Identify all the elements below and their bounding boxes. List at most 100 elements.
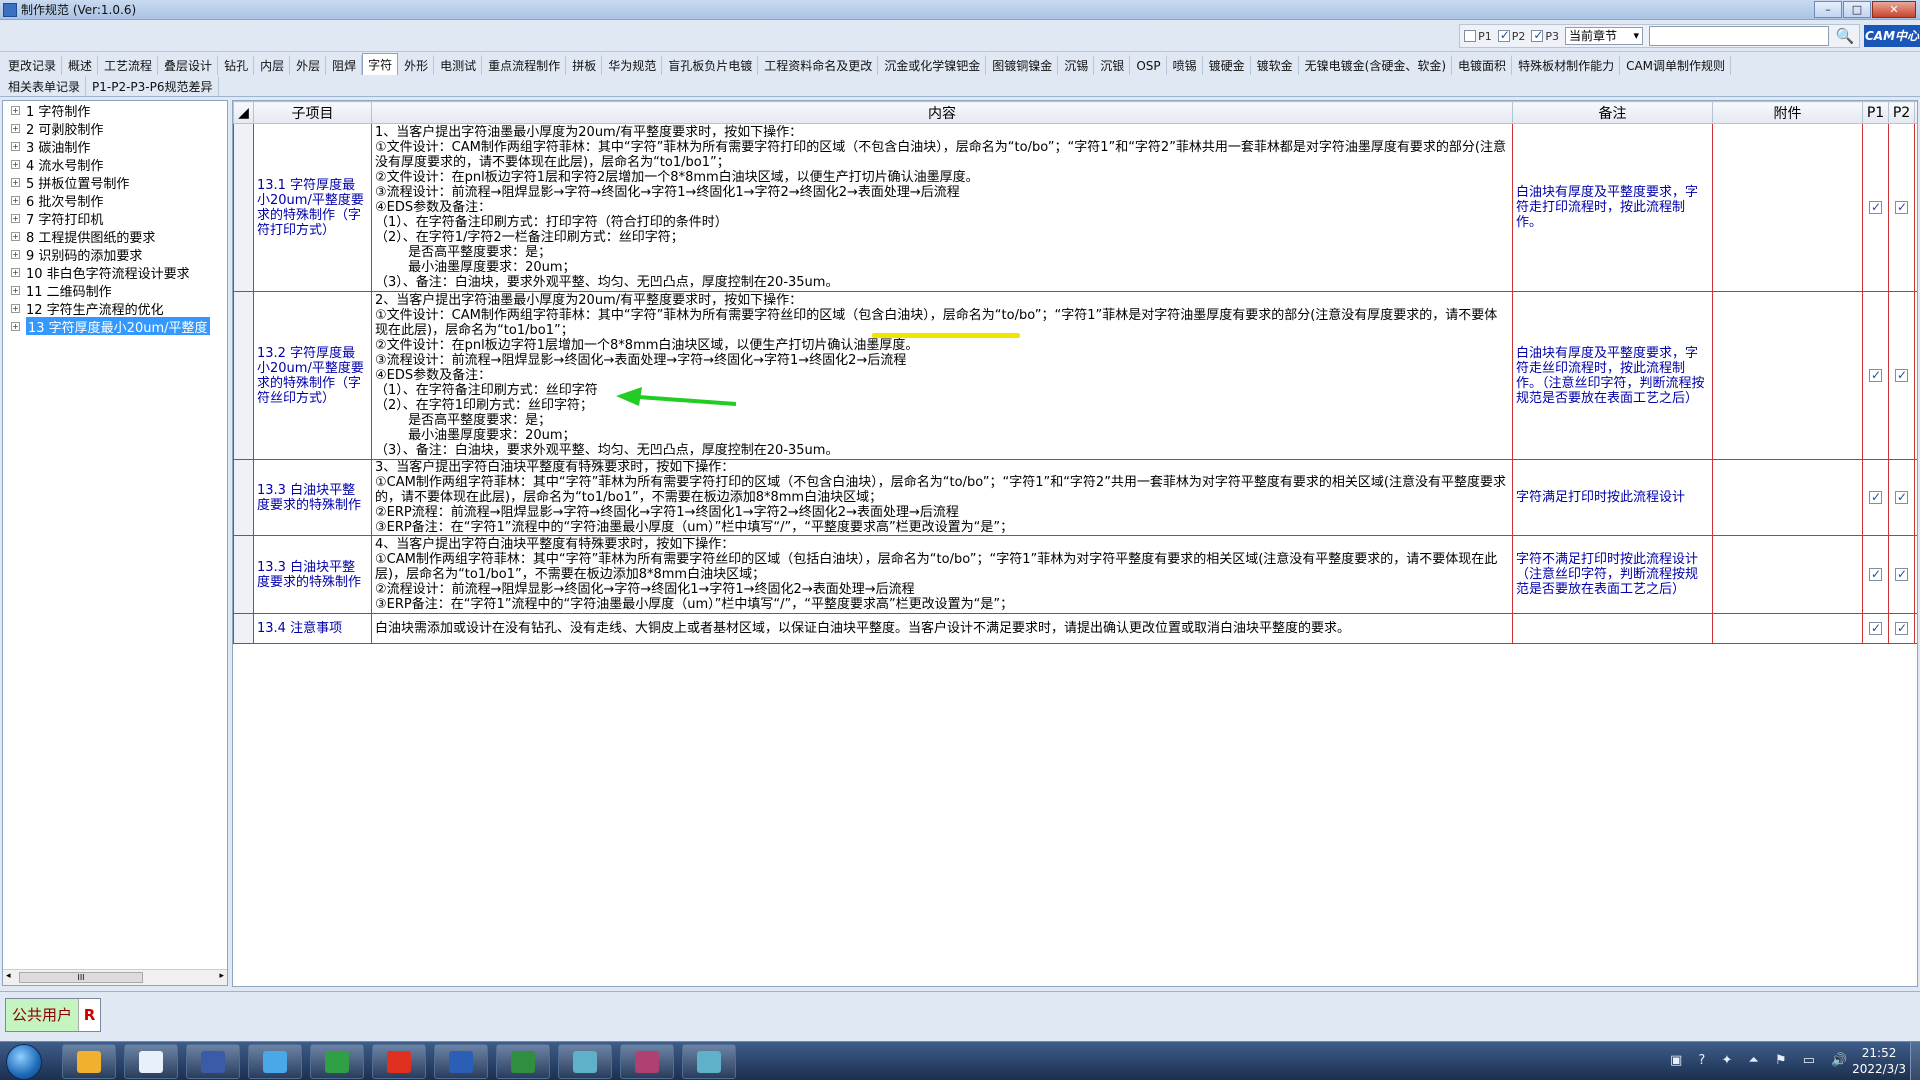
tree-item-8[interactable]: +8 工程提供图纸的要求: [3, 227, 227, 245]
tree-item-11[interactable]: +11 二维码制作: [3, 281, 227, 299]
tab-8[interactable]: 字符: [362, 53, 399, 75]
taskbar-app-10[interactable]: [682, 1044, 736, 1079]
tab-0[interactable]: 更改记录: [2, 55, 63, 75]
tab-18[interactable]: 沉锡: [1058, 55, 1095, 75]
taskbar-app-5[interactable]: [372, 1044, 426, 1079]
tab-10[interactable]: 电测试: [434, 55, 483, 75]
header-note[interactable]: 备注: [1512, 101, 1713, 124]
table-row[interactable]: 13.1 字符厚度最小20um/平整度要求的特殊制作（字符打印方式） 1、当客户提…: [233, 123, 1917, 292]
close-button[interactable]: ✕: [1872, 1, 1916, 18]
taskbar-app-0[interactable]: [62, 1044, 116, 1079]
tree-item-2[interactable]: +2 可剥胶制作: [3, 119, 227, 137]
tab-14[interactable]: 盲孔板负片电镀: [662, 55, 759, 75]
checkbox-icon[interactable]: [1869, 621, 1882, 636]
table-row[interactable]: 13.4 注意事项 白油块需添加或设计在没有钻孔、没有走线、大铜皮上或者基材区域，…: [233, 613, 1917, 644]
tab-19[interactable]: 沉银: [1094, 55, 1131, 75]
expand-icon[interactable]: +: [11, 321, 20, 331]
scroll-left-icon[interactable]: ◂: [6, 971, 11, 981]
tab-12[interactable]: 拼板: [566, 55, 603, 75]
tab-23[interactable]: 镀软金: [1251, 55, 1299, 75]
taskbar-app-7[interactable]: [496, 1044, 550, 1079]
tree-item-9[interactable]: +9 识别码的添加要求: [3, 245, 227, 263]
tab-25[interactable]: 电镀面积: [1452, 55, 1513, 75]
checkbox-icon[interactable]: [1869, 490, 1882, 505]
expand-icon[interactable]: +: [11, 141, 20, 151]
tab-20[interactable]: OSP: [1130, 55, 1167, 75]
show-desktop-button[interactable]: [1910, 1042, 1920, 1080]
p1-filter-checkbox[interactable]: P1: [1464, 30, 1492, 43]
tree-horizontal-scrollbar[interactable]: ◂ III ▸: [3, 969, 227, 985]
tab-1[interactable]: 概述: [62, 55, 99, 75]
search-input[interactable]: [1649, 26, 1829, 46]
header-content[interactable]: 内容: [371, 101, 1513, 124]
tab-4[interactable]: 钻孔: [218, 55, 255, 75]
search-icon[interactable]: 🔍: [1835, 26, 1855, 46]
tree-item-3[interactable]: +3 碳油制作: [3, 137, 227, 155]
tree-item-4[interactable]: +4 流水号制作: [3, 155, 227, 173]
form-tab-1[interactable]: P1-P2-P3-P6规范差异: [86, 76, 219, 96]
taskbar-app-3[interactable]: [248, 1044, 302, 1079]
row-header[interactable]: [233, 613, 254, 644]
taskbar-app-2[interactable]: [186, 1044, 240, 1079]
table-row[interactable]: 13.2 字符厚度最小20um/平整度要求的特殊制作（字符丝印方式） 2、当客户提…: [233, 291, 1917, 460]
tree-item-7[interactable]: +7 字符打印机: [3, 209, 227, 227]
expand-icon[interactable]: +: [11, 195, 20, 205]
tab-27[interactable]: CAM调单制作规则: [1620, 55, 1732, 75]
scroll-right-icon[interactable]: ▸: [219, 971, 224, 981]
tab-9[interactable]: 外形: [398, 55, 435, 75]
taskbar-app-9[interactable]: [620, 1044, 674, 1079]
tab-6[interactable]: 外层: [290, 55, 327, 75]
tab-7[interactable]: 阻焊: [326, 55, 363, 75]
tab-22[interactable]: 镀硬金: [1203, 55, 1251, 75]
maximize-button[interactable]: □: [1843, 1, 1871, 18]
row-header[interactable]: [233, 535, 254, 614]
expand-icon[interactable]: +: [11, 303, 20, 313]
checkbox-icon[interactable]: [1895, 368, 1908, 383]
taskbar-app-1[interactable]: [124, 1044, 178, 1079]
form-tab-0[interactable]: 相关表单记录: [2, 76, 87, 96]
minimize-button[interactable]: –: [1814, 1, 1842, 18]
tree-item-12[interactable]: +12 字符生产流程的优化: [3, 299, 227, 317]
tab-5[interactable]: 内层: [254, 55, 291, 75]
expand-icon[interactable]: +: [11, 177, 20, 187]
expand-icon[interactable]: +: [11, 285, 20, 295]
row-header[interactable]: [233, 123, 254, 292]
tab-13[interactable]: 华为规范: [602, 55, 663, 75]
expand-icon[interactable]: +: [11, 159, 20, 169]
clock[interactable]: 21:52 2022/3/3: [1852, 1045, 1906, 1077]
taskbar-app-8[interactable]: [558, 1044, 612, 1079]
table-row[interactable]: 13.3 白油块平整度要求的特殊制作 4、当客户提出字符白油块平整度有特殊要求时，…: [233, 535, 1917, 614]
row-header[interactable]: [233, 459, 254, 536]
row-header[interactable]: [233, 291, 254, 460]
tray-icons[interactable]: ▣ ? ✦ ⏶ ⚑ ▭ 🔊: [1670, 1053, 1853, 1068]
checkbox-icon[interactable]: [1895, 567, 1908, 582]
p3-filter-checkbox[interactable]: P3: [1531, 28, 1559, 43]
tab-17[interactable]: 图镀铜镍金: [986, 55, 1059, 75]
tree-item-5[interactable]: +5 拼板位置号制作: [3, 173, 227, 191]
taskbar-app-6[interactable]: [434, 1044, 488, 1079]
header-p3[interactable]: P3: [1914, 101, 1917, 124]
header-p2[interactable]: P2: [1888, 101, 1915, 124]
taskbar-app-4[interactable]: [310, 1044, 364, 1079]
expand-icon[interactable]: +: [11, 213, 20, 223]
expand-icon[interactable]: +: [11, 249, 20, 259]
header-sub-item[interactable]: 子项目: [253, 101, 372, 124]
tab-26[interactable]: 特殊板材制作能力: [1512, 55, 1621, 75]
tab-21[interactable]: 喷锡: [1167, 55, 1203, 75]
table-row[interactable]: 13.3 白油块平整度要求的特殊制作 3、当客户提出字符白油块平整度有特殊要求时，…: [233, 459, 1917, 536]
expand-icon[interactable]: +: [11, 123, 20, 133]
header-p1[interactable]: P1: [1862, 101, 1889, 124]
scroll-thumb[interactable]: III: [19, 972, 143, 983]
tab-16[interactable]: 沉金或化学镍钯金: [878, 55, 987, 75]
tree-item-13[interactable]: +13 字符厚度最小20um/平整度: [3, 317, 227, 335]
header-attachment[interactable]: 附件: [1712, 101, 1863, 124]
expand-icon[interactable]: +: [11, 105, 20, 115]
expand-icon[interactable]: +: [11, 231, 20, 241]
checkbox-icon[interactable]: [1895, 200, 1908, 215]
current-user[interactable]: 公共用户: [6, 999, 79, 1031]
start-button[interactable]: [6, 1044, 42, 1080]
tab-15[interactable]: 工程资料命名及更改: [758, 55, 879, 75]
checkbox-icon[interactable]: [1869, 567, 1882, 582]
tree-item-1[interactable]: +1 字符制作: [3, 101, 227, 119]
tree-item-6[interactable]: +6 批次号制作: [3, 191, 227, 209]
